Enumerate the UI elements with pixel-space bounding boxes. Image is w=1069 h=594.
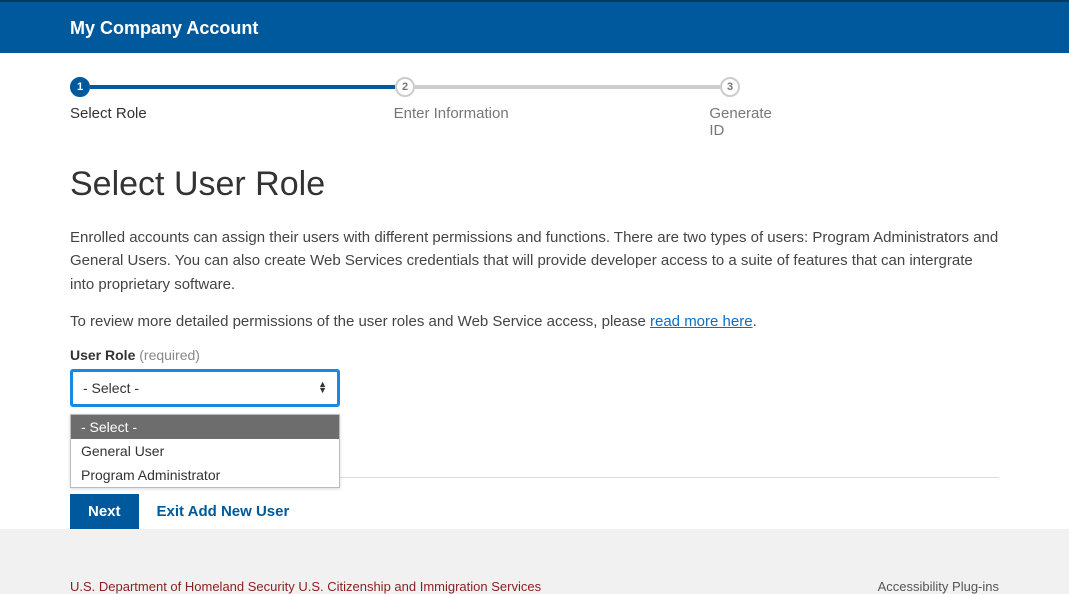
role-field-label: User Role (required) (70, 347, 999, 363)
main-content: 1 2 3 Select Role Enter Information Gene… (0, 53, 1069, 529)
select-caret-icon: ▲▼ (318, 382, 327, 394)
next-button[interactable]: Next (70, 494, 139, 529)
step-1-circle: 1 (70, 77, 90, 97)
description-1: Enrolled accounts can assign their users… (70, 226, 999, 296)
step-3: 3 (720, 77, 740, 97)
read-more-link[interactable]: read more here (650, 313, 753, 330)
header-title: My Company Account (70, 18, 999, 39)
role-select-value: - Select - (83, 380, 139, 396)
step-1-label: Select Role (70, 105, 394, 139)
role-option-program-admin[interactable]: Program Administrator (71, 463, 339, 487)
role-select-wrap: - Select - ▲▼ - Select - General User Pr… (70, 369, 340, 407)
exit-button[interactable]: Exit Add New User (157, 503, 290, 520)
step-3-label: Generate ID (709, 105, 790, 139)
role-dropdown: - Select - General User Program Administ… (70, 414, 340, 488)
role-option-select[interactable]: - Select - (71, 415, 339, 439)
role-select[interactable]: - Select - ▲▼ (70, 369, 340, 407)
role-option-general-user[interactable]: General User (71, 439, 339, 463)
footer-right: Accessibility Plug-ins (878, 579, 999, 594)
role-label-text: User Role (70, 347, 135, 363)
desc2-prefix: To review more detailed permissions of t… (70, 313, 650, 330)
page-title: Select User Role (70, 165, 999, 204)
action-bar: Next Exit Add New User (70, 494, 999, 529)
step-line-1 (90, 85, 395, 89)
step-2-circle: 2 (395, 77, 415, 97)
desc2-suffix: . (753, 313, 757, 330)
step-line-2 (415, 85, 720, 89)
footer: U.S. Department of Homeland Security U.S… (0, 559, 1069, 594)
step-3-circle: 3 (720, 77, 740, 97)
stepper: 1 2 3 Select Role Enter Information Gene… (70, 77, 999, 139)
step-1: 1 (70, 77, 90, 97)
header: My Company Account (0, 0, 1069, 53)
step-2: 2 (395, 77, 415, 97)
footer-left: U.S. Department of Homeland Security U.S… (70, 579, 541, 594)
role-required-text: (required) (139, 347, 200, 363)
description-2: To review more detailed permissions of t… (70, 310, 999, 333)
step-2-label: Enter Information (394, 105, 710, 139)
